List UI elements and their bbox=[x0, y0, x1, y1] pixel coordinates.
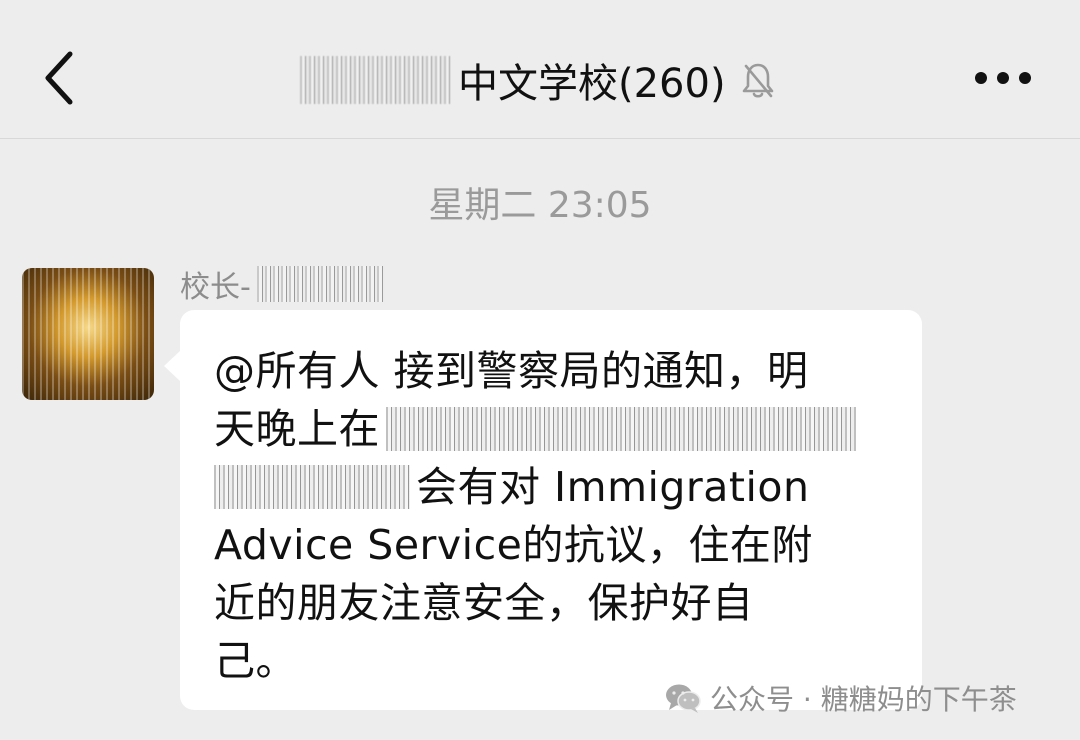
message-line: 天晚上在 bbox=[214, 400, 898, 458]
chat-title-area: 中文学校(260) bbox=[300, 50, 776, 110]
more-options-button[interactable] bbox=[972, 62, 1034, 94]
wechat-icon bbox=[666, 684, 701, 713]
message-line-text: 天晚上在 bbox=[214, 405, 380, 453]
navigation-bar: 中文学校(260) bbox=[0, 0, 1080, 139]
message-line: 会有对 Immigration bbox=[214, 458, 898, 516]
chevron-left-icon bbox=[45, 51, 73, 105]
message-text: @所有人 接到警察局的通知，明 天晚上在 会有对 Immigration Adv… bbox=[214, 342, 898, 690]
message-timestamp: 星期二 23:05 bbox=[428, 185, 652, 226]
sender-name-prefix: 校长- bbox=[180, 270, 251, 305]
chat-title: 中文学校(260) bbox=[458, 61, 726, 107]
message-line: Advice Service的抗议，住在附 bbox=[214, 521, 813, 569]
message-line: 近的朋友注意安全，保护好自 bbox=[214, 579, 754, 627]
redacted-location bbox=[214, 465, 410, 509]
sender-name: 校长- bbox=[180, 262, 385, 306]
sender-avatar[interactable] bbox=[22, 268, 154, 400]
redacted-sender-name bbox=[256, 266, 385, 302]
message-line-text: 会有对 Immigration bbox=[416, 463, 810, 511]
bell-off-icon bbox=[742, 63, 773, 98]
redacted-location bbox=[386, 407, 856, 451]
redacted-group-name bbox=[300, 56, 450, 104]
message-line: @所有人 接到警察局的通知，明 bbox=[214, 347, 809, 395]
watermark: 公众号 · 糖糖妈的下午茶 bbox=[664, 676, 1017, 720]
message-bubble[interactable]: @所有人 接到警察局的通知，明 天晚上在 会有对 Immigration Adv… bbox=[164, 310, 922, 710]
more-dots-icon bbox=[975, 72, 1031, 84]
back-button[interactable] bbox=[36, 46, 86, 110]
watermark-text: 公众号 · 糖糖妈的下午茶 bbox=[710, 683, 1017, 716]
